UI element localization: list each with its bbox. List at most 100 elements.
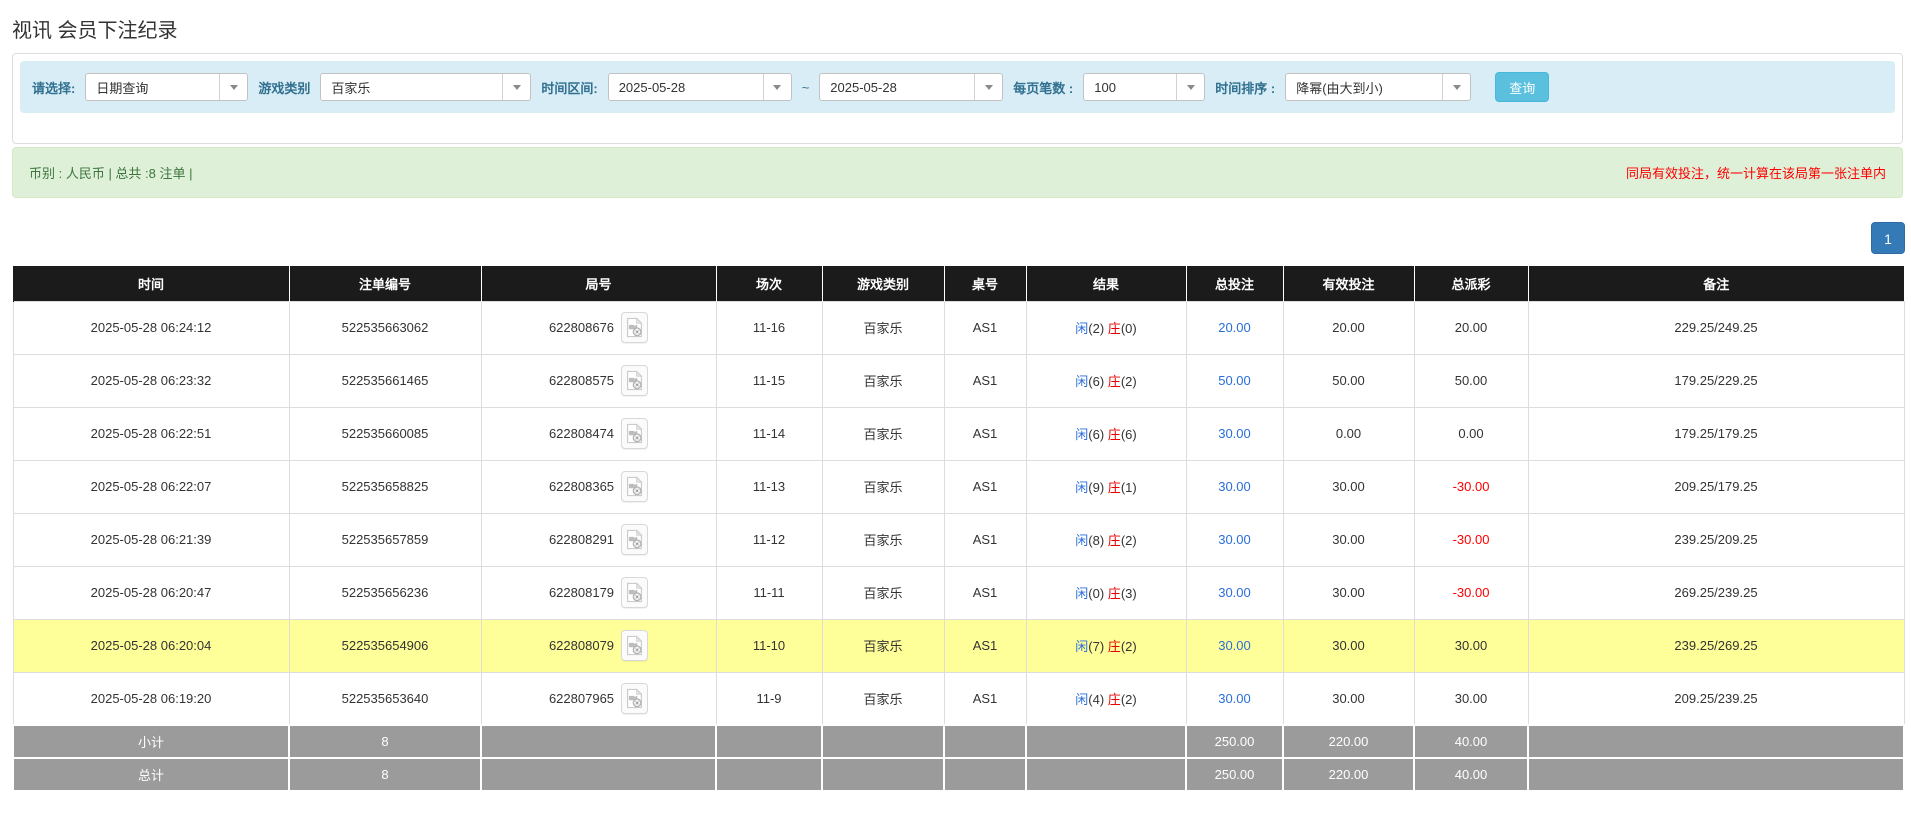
cell-game-type: 百家乐	[822, 301, 944, 354]
query-type-label: 请选择:	[32, 78, 75, 97]
video-replay-button[interactable]	[621, 471, 648, 502]
video-file-icon	[625, 688, 644, 709]
result-player-label: 闲	[1075, 427, 1088, 442]
game-type-select[interactable]: 百家乐	[320, 73, 531, 101]
filter-bar: 请选择: 日期查询 游戏类别 百家乐 时间区间: 2025-05-28 ~ 20…	[20, 61, 1895, 113]
result-banker-label: 庄	[1108, 692, 1121, 707]
cell-bet-number: 522535660085	[289, 407, 481, 460]
result-banker-label: 庄	[1108, 427, 1121, 442]
per-page-select[interactable]: 100	[1083, 73, 1205, 101]
caret-down-icon	[230, 85, 238, 90]
cell-total-bet-link[interactable]: 20.00	[1186, 301, 1283, 354]
grand-total-count: 8	[289, 758, 481, 791]
sort-select[interactable]: 降幂(由大到小)	[1285, 73, 1471, 101]
cell-total-bet-link[interactable]: 30.00	[1186, 407, 1283, 460]
cell-round-number: 622808291	[481, 513, 716, 566]
result-player-label: 闲	[1075, 321, 1088, 336]
cell-total-bet-link[interactable]: 30.00	[1186, 619, 1283, 672]
cell-result: 闲(6) 庄(2)	[1026, 354, 1186, 407]
cell-total-bet-link[interactable]: 30.00	[1186, 460, 1283, 513]
grand-total-empty-cell	[1026, 758, 1186, 791]
cell-remark: 239.25/269.25	[1528, 619, 1904, 672]
video-replay-button[interactable]	[621, 524, 648, 555]
cell-result: 闲(0) 庄(3)	[1026, 566, 1186, 619]
cell-payout: -30.00	[1414, 460, 1528, 513]
date-from-select[interactable]: 2025-05-28	[608, 73, 792, 101]
cell-bet-number: 522535657859	[289, 513, 481, 566]
cell-remark: 209.25/179.25	[1528, 460, 1904, 513]
game-type-value: 百家乐	[321, 78, 502, 97]
cell-result: 闲(7) 庄(2)	[1026, 619, 1186, 672]
video-file-icon	[625, 582, 644, 603]
cell-game-type: 百家乐	[822, 672, 944, 725]
date-to-select[interactable]: 2025-05-28	[819, 73, 1003, 101]
subtotal-count: 8	[289, 725, 481, 758]
cell-session: 11-10	[716, 619, 822, 672]
cell-table-number: AS1	[944, 301, 1026, 354]
result-banker-label: 庄	[1108, 480, 1121, 495]
cell-round-number: 622808676	[481, 301, 716, 354]
video-replay-button[interactable]	[621, 312, 648, 343]
valid-bet-notice: 同局有效投注，统一计算在该局第一张注单内	[1626, 163, 1886, 182]
round-number-text: 622808676	[549, 320, 614, 335]
bet-records-table: 时间注单编号局号场次游戏类别桌号结果总投注有效投注总派彩备注 2025-05-2…	[12, 266, 1905, 792]
cell-total-bet-link[interactable]: 30.00	[1186, 513, 1283, 566]
cell-round-number: 622807965	[481, 672, 716, 725]
cell-time: 2025-05-28 06:20:47	[13, 566, 289, 619]
caret-box	[1442, 74, 1470, 100]
grand-total-row: 总计8250.00220.0040.00	[13, 758, 1904, 791]
sort-value: 降幂(由大到小)	[1286, 78, 1442, 97]
grand-total-label: 总计	[13, 758, 289, 791]
result-banker-label: 庄	[1108, 533, 1121, 548]
cell-result: 闲(9) 庄(1)	[1026, 460, 1186, 513]
subtotal-empty-cell	[716, 725, 822, 758]
table-row: 2025-05-28 06:21:39522535657859622808291…	[13, 513, 1904, 566]
grand-total-empty-cell	[716, 758, 822, 791]
subtotal-empty-cell	[822, 725, 944, 758]
video-file-icon	[625, 423, 644, 444]
caret-box	[974, 74, 1002, 100]
caret-down-icon	[1187, 85, 1195, 90]
subtotal-empty-cell	[1026, 725, 1186, 758]
cell-total-bet-link[interactable]: 30.00	[1186, 566, 1283, 619]
cell-time: 2025-05-28 06:21:39	[13, 513, 289, 566]
caret-down-icon	[985, 85, 993, 90]
subtotal-empty-cell	[1528, 725, 1904, 758]
column-header-5: 桌号	[944, 266, 1026, 301]
cell-total-bet-link[interactable]: 30.00	[1186, 672, 1283, 725]
page-button-1[interactable]: 1	[1871, 222, 1905, 254]
video-file-icon	[625, 635, 644, 656]
cell-total-bet-link[interactable]: 50.00	[1186, 354, 1283, 407]
subtotal-label: 小计	[13, 725, 289, 758]
round-number-text: 622808474	[549, 426, 614, 441]
cell-payout: 50.00	[1414, 354, 1528, 407]
result-player-label: 闲	[1075, 480, 1088, 495]
cell-round-number: 622808179	[481, 566, 716, 619]
cell-session: 11-9	[716, 672, 822, 725]
cell-payout: -30.00	[1414, 566, 1528, 619]
video-replay-button[interactable]	[621, 365, 648, 396]
cell-table-number: AS1	[944, 513, 1026, 566]
date-to-value: 2025-05-28	[820, 80, 974, 95]
pagination: 1	[12, 222, 1905, 254]
video-replay-button[interactable]	[621, 683, 648, 714]
round-number-text: 622808079	[549, 638, 614, 653]
grand-total-empty-cell	[944, 758, 1026, 791]
video-replay-button[interactable]	[621, 418, 648, 449]
cell-valid-bet: 0.00	[1283, 407, 1414, 460]
sort-label: 时间排序 :	[1215, 78, 1275, 97]
cell-session: 11-11	[716, 566, 822, 619]
round-number-text: 622808365	[549, 479, 614, 494]
subtotal-row: 小计8250.00220.0040.00	[13, 725, 1904, 758]
cell-remark: 269.25/239.25	[1528, 566, 1904, 619]
search-button[interactable]: 查询	[1495, 72, 1549, 102]
caret-box	[1176, 74, 1204, 100]
video-replay-button[interactable]	[621, 577, 648, 608]
video-replay-button[interactable]	[621, 630, 648, 661]
result-player-label: 闲	[1075, 639, 1088, 654]
table-header: 时间注单编号局号场次游戏类别桌号结果总投注有效投注总派彩备注	[13, 266, 1904, 301]
range-separator: ~	[802, 80, 810, 95]
cell-table-number: AS1	[944, 407, 1026, 460]
cell-bet-number: 522535658825	[289, 460, 481, 513]
query-type-select[interactable]: 日期查询	[85, 73, 248, 101]
